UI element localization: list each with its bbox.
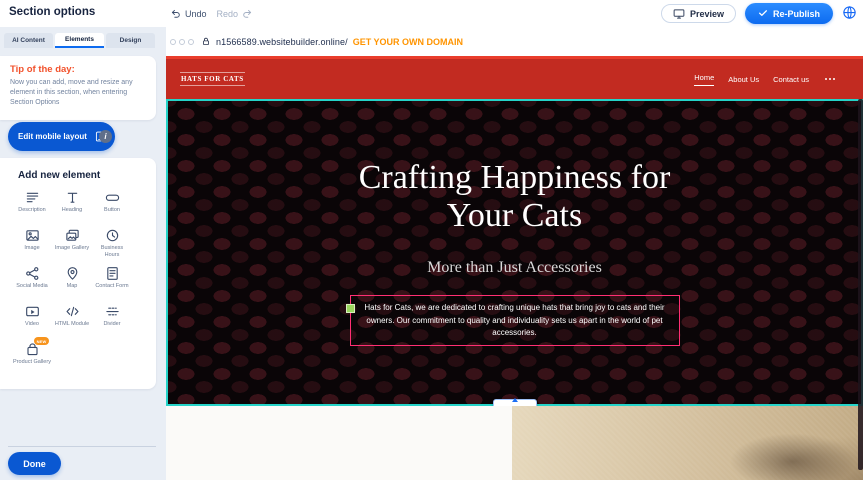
tip-card: Tip of the day: Now you can add, move an… xyxy=(0,56,156,120)
tip-title: Tip of the day: xyxy=(10,64,146,75)
element-label: Divider xyxy=(103,321,120,328)
hero-title[interactable]: Crafting Happiness for Your Cats xyxy=(330,159,700,235)
add-element-html-module[interactable]: HTML Module xyxy=(52,303,92,341)
element-label: Product Gallery xyxy=(13,359,51,366)
element-label: Image xyxy=(24,245,39,252)
add-element-map[interactable]: Map xyxy=(52,265,92,303)
add-element-description[interactable]: Description xyxy=(12,189,52,227)
done-button[interactable]: Done xyxy=(8,452,61,475)
add-element-divider[interactable]: Divider xyxy=(92,303,132,341)
site-nav: Home About Us Contact us xyxy=(694,73,837,86)
element-label: Contact Form xyxy=(95,283,128,290)
element-label: Image Gallery xyxy=(55,245,89,252)
redo-button[interactable]: Redo xyxy=(217,8,254,19)
add-element-heading[interactable]: Heading xyxy=(52,189,92,227)
site-header[interactable]: HATS FOR CATS Home About Us Contact us xyxy=(166,59,863,99)
tab-elements[interactable]: Elements xyxy=(55,33,104,48)
app: Section options Undo Redo Preview Re-Pub… xyxy=(0,0,863,480)
element-label: HTML Module xyxy=(55,321,89,328)
add-element-panel: Add new element Description Heading Butt… xyxy=(0,158,156,389)
hero-paragraph-text: Hats for Cats, we are dedicated to craft… xyxy=(364,303,664,337)
monitor-icon xyxy=(673,8,685,20)
sidebar-divider xyxy=(8,446,156,447)
element-label: Social Media xyxy=(16,283,48,290)
republish-label: Re-Publish xyxy=(773,9,820,19)
divider-icon xyxy=(104,303,120,319)
browser-bar: n1566589.websitebuilder.online/ GET YOUR… xyxy=(166,27,863,56)
contact-form-icon xyxy=(104,265,120,281)
undo-icon xyxy=(170,8,181,19)
heading-icon xyxy=(64,189,80,205)
sidebar-tabs: AI Content Elements Design xyxy=(4,33,155,48)
nav-about-us[interactable]: About Us xyxy=(728,75,759,84)
html-module-icon xyxy=(64,303,80,319)
image-icon xyxy=(24,227,40,243)
window-dot xyxy=(170,39,176,45)
add-element-product-gallery[interactable]: NEW Product Gallery xyxy=(12,341,52,379)
element-label: Description xyxy=(18,207,46,214)
site-logo[interactable]: HATS FOR CATS xyxy=(180,72,245,86)
language-globe-button[interactable] xyxy=(842,5,857,23)
image-gallery-icon xyxy=(64,227,80,243)
globe-icon xyxy=(842,5,857,23)
add-element-contact-form[interactable]: Contact Form xyxy=(92,265,132,303)
nav-home[interactable]: Home xyxy=(694,73,714,86)
button-icon xyxy=(104,189,120,205)
window-dot xyxy=(188,39,194,45)
site-preview: HATS FOR CATS Home About Us Contact us C… xyxy=(166,56,863,480)
next-section[interactable] xyxy=(166,406,863,480)
redo-label: Redo xyxy=(217,9,239,19)
add-element-image-gallery[interactable]: Image Gallery xyxy=(52,227,92,265)
add-element-social-media[interactable]: Social Media xyxy=(12,265,52,303)
section-background-image xyxy=(512,406,863,480)
sidebar: AI Content Elements Design Tip of the da… xyxy=(0,27,166,480)
video-icon xyxy=(24,303,40,319)
tab-design[interactable]: Design xyxy=(106,33,155,48)
redo-icon xyxy=(242,8,253,19)
element-drag-handle[interactable] xyxy=(346,304,355,313)
tab-ai-content[interactable]: AI Content xyxy=(4,33,53,48)
preview-label: Preview xyxy=(690,9,724,19)
product-gallery-icon: NEW xyxy=(24,341,40,357)
preview-button[interactable]: Preview xyxy=(661,4,736,23)
undo-redo-group: Undo Redo xyxy=(170,0,253,27)
info-button[interactable]: i xyxy=(99,130,112,143)
undo-label: Undo xyxy=(185,9,207,19)
lock-icon xyxy=(201,36,211,47)
element-label: Business Hours xyxy=(93,245,131,259)
add-element-image[interactable]: Image xyxy=(12,227,52,265)
element-label: Heading xyxy=(62,207,83,214)
hero-section[interactable]: Crafting Happiness for Your Cats More th… xyxy=(166,99,863,406)
business-hours-icon xyxy=(104,227,120,243)
element-grid: Description Heading Button Image Image G… xyxy=(12,189,156,379)
hero-paragraph[interactable]: Hats for Cats, we are dedicated to craft… xyxy=(350,295,680,346)
preview-scrollbar[interactable] xyxy=(858,99,863,470)
nav-contact-us[interactable]: Contact us xyxy=(773,75,809,84)
get-domain-link[interactable]: GET YOUR OWN DOMAIN xyxy=(353,37,463,47)
window-dot xyxy=(179,39,185,45)
element-label: Button xyxy=(104,207,120,214)
hero-subtitle[interactable]: More than Just Accessories xyxy=(168,259,861,277)
map-pin-icon xyxy=(64,265,80,281)
add-element-business-hours[interactable]: Business Hours xyxy=(92,227,132,265)
nav-more-icon[interactable] xyxy=(823,76,837,82)
element-label: Video xyxy=(25,321,39,328)
add-element-title: Add new element xyxy=(18,170,156,181)
element-label: Map xyxy=(67,283,78,290)
add-element-button[interactable]: Button xyxy=(92,189,132,227)
check-icon xyxy=(758,8,768,20)
tip-body: Now you can add, move and resize any ele… xyxy=(10,78,146,108)
panel-title: Section options xyxy=(9,6,95,18)
new-badge: NEW xyxy=(34,337,49,345)
topbar: Section options Undo Redo Preview Re-Pub… xyxy=(0,0,863,27)
description-icon xyxy=(24,189,40,205)
site-url: n1566589.websitebuilder.online/ xyxy=(216,37,348,47)
editor-canvas: n1566589.websitebuilder.online/ GET YOUR… xyxy=(166,27,863,480)
undo-button[interactable]: Undo xyxy=(170,8,207,19)
social-media-icon xyxy=(24,265,40,281)
add-element-video[interactable]: Video xyxy=(12,303,52,341)
republish-button[interactable]: Re-Publish xyxy=(745,3,833,24)
topbar-actions: Preview Re-Publish xyxy=(661,0,857,27)
edit-mobile-label: Edit mobile layout xyxy=(18,132,87,141)
